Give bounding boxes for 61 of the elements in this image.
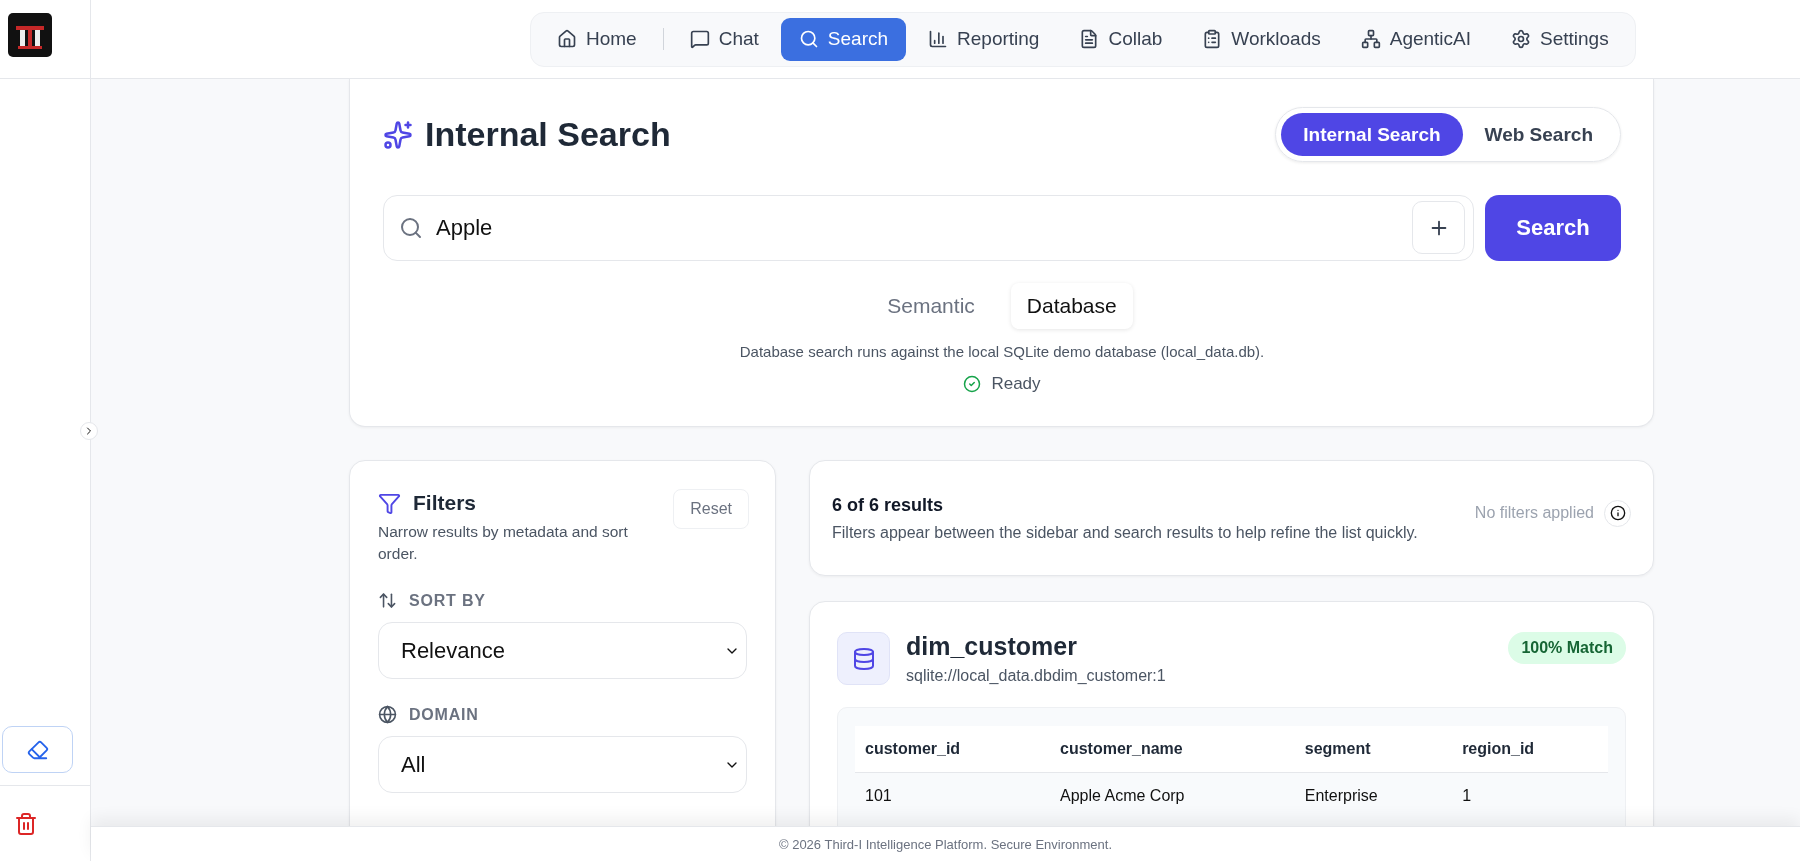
filter-label: DOMAIN	[409, 705, 479, 724]
nav-tab[interactable]: Search	[780, 17, 907, 61]
sort-arrows-icon	[378, 591, 397, 610]
column-header: customer_name	[1050, 726, 1295, 773]
info-icon	[1609, 505, 1626, 521]
result-source: sqlite://local_data.dbdim_customer:1	[906, 667, 1167, 685]
filter-label: SORT BY	[409, 591, 486, 610]
nav-tab[interactable]: Collab	[1061, 17, 1181, 61]
table-cell: 101	[855, 772, 1050, 819]
nav-tab[interactable]: Home	[539, 17, 655, 61]
match-badge: 100% Match	[1508, 632, 1626, 664]
nav-tab[interactable]: Settings	[1493, 17, 1627, 61]
database-icon	[837, 632, 890, 685]
column-header: customer_id	[855, 726, 1050, 773]
mode-tab[interactable]: Database	[1010, 283, 1133, 329]
result-title: dim_customer	[906, 632, 1078, 661]
page-title: Internal Search	[425, 115, 671, 154]
chat-bubble-icon	[689, 29, 710, 49]
clipboard-icon	[1202, 29, 1223, 49]
table-cell: Apple Acme Corp	[1050, 772, 1295, 819]
filters-status: No filters applied	[1474, 504, 1594, 522]
table-cell: 1	[1452, 772, 1608, 819]
check-circle-icon	[963, 375, 982, 393]
expand-sidebar-button[interactable]	[80, 422, 98, 440]
scope-tab[interactable]: Internal Search	[1281, 113, 1463, 156]
status-text: Ready	[991, 374, 1041, 394]
filters-subtitle: Narrow results by metadata and sort order.	[378, 522, 629, 564]
reset-button[interactable]: Reset	[673, 489, 749, 529]
home-icon	[557, 29, 577, 49]
funnel-icon	[378, 491, 401, 515]
app-logo	[8, 13, 52, 57]
filter-select[interactable]: Relevance	[378, 622, 747, 679]
filters-title: Filters	[413, 491, 477, 515]
search-icon	[399, 216, 423, 240]
network-icon	[1360, 29, 1381, 49]
clear-button[interactable]	[2, 726, 73, 773]
filter-select[interactable]: All	[378, 736, 747, 793]
nav-tab[interactable]: AgenticAI	[1342, 17, 1490, 61]
search-icon	[798, 29, 819, 49]
column-header: segment	[1294, 726, 1453, 773]
settings-icon	[1511, 29, 1532, 49]
bar-chart-icon	[928, 29, 949, 49]
results-hint: Filters appear between the sidebar and search results to help refine the list quickly.	[832, 523, 1418, 542]
globe-icon	[378, 705, 397, 724]
nav-tab[interactable]: Reporting	[910, 17, 1058, 61]
results-count: 6 of 6 results	[832, 494, 945, 516]
table-cell: Enterprise	[1294, 772, 1453, 819]
info-button[interactable]	[1604, 499, 1631, 527]
eraser-icon	[26, 738, 49, 761]
search-field[interactable]: Apple	[383, 195, 1474, 261]
scope-tab[interactable]: Web Search	[1462, 113, 1615, 156]
trash-icon	[14, 811, 38, 836]
footer-text: © 2026 Third-I Intelligence Platform. Secure Environment.	[91, 826, 1800, 861]
nav-tab[interactable]: Workloads	[1184, 17, 1339, 61]
column-header: region_id	[1452, 726, 1608, 773]
search-description: Database search runs against the local SQLite demo database (local_data.db).	[738, 343, 1266, 360]
search-button[interactable]: Search	[1485, 195, 1621, 261]
document-icon	[1079, 29, 1100, 49]
nav-tab[interactable]: Chat	[671, 17, 777, 61]
sparkles-icon	[383, 119, 413, 150]
delete-button[interactable]	[14, 811, 38, 836]
